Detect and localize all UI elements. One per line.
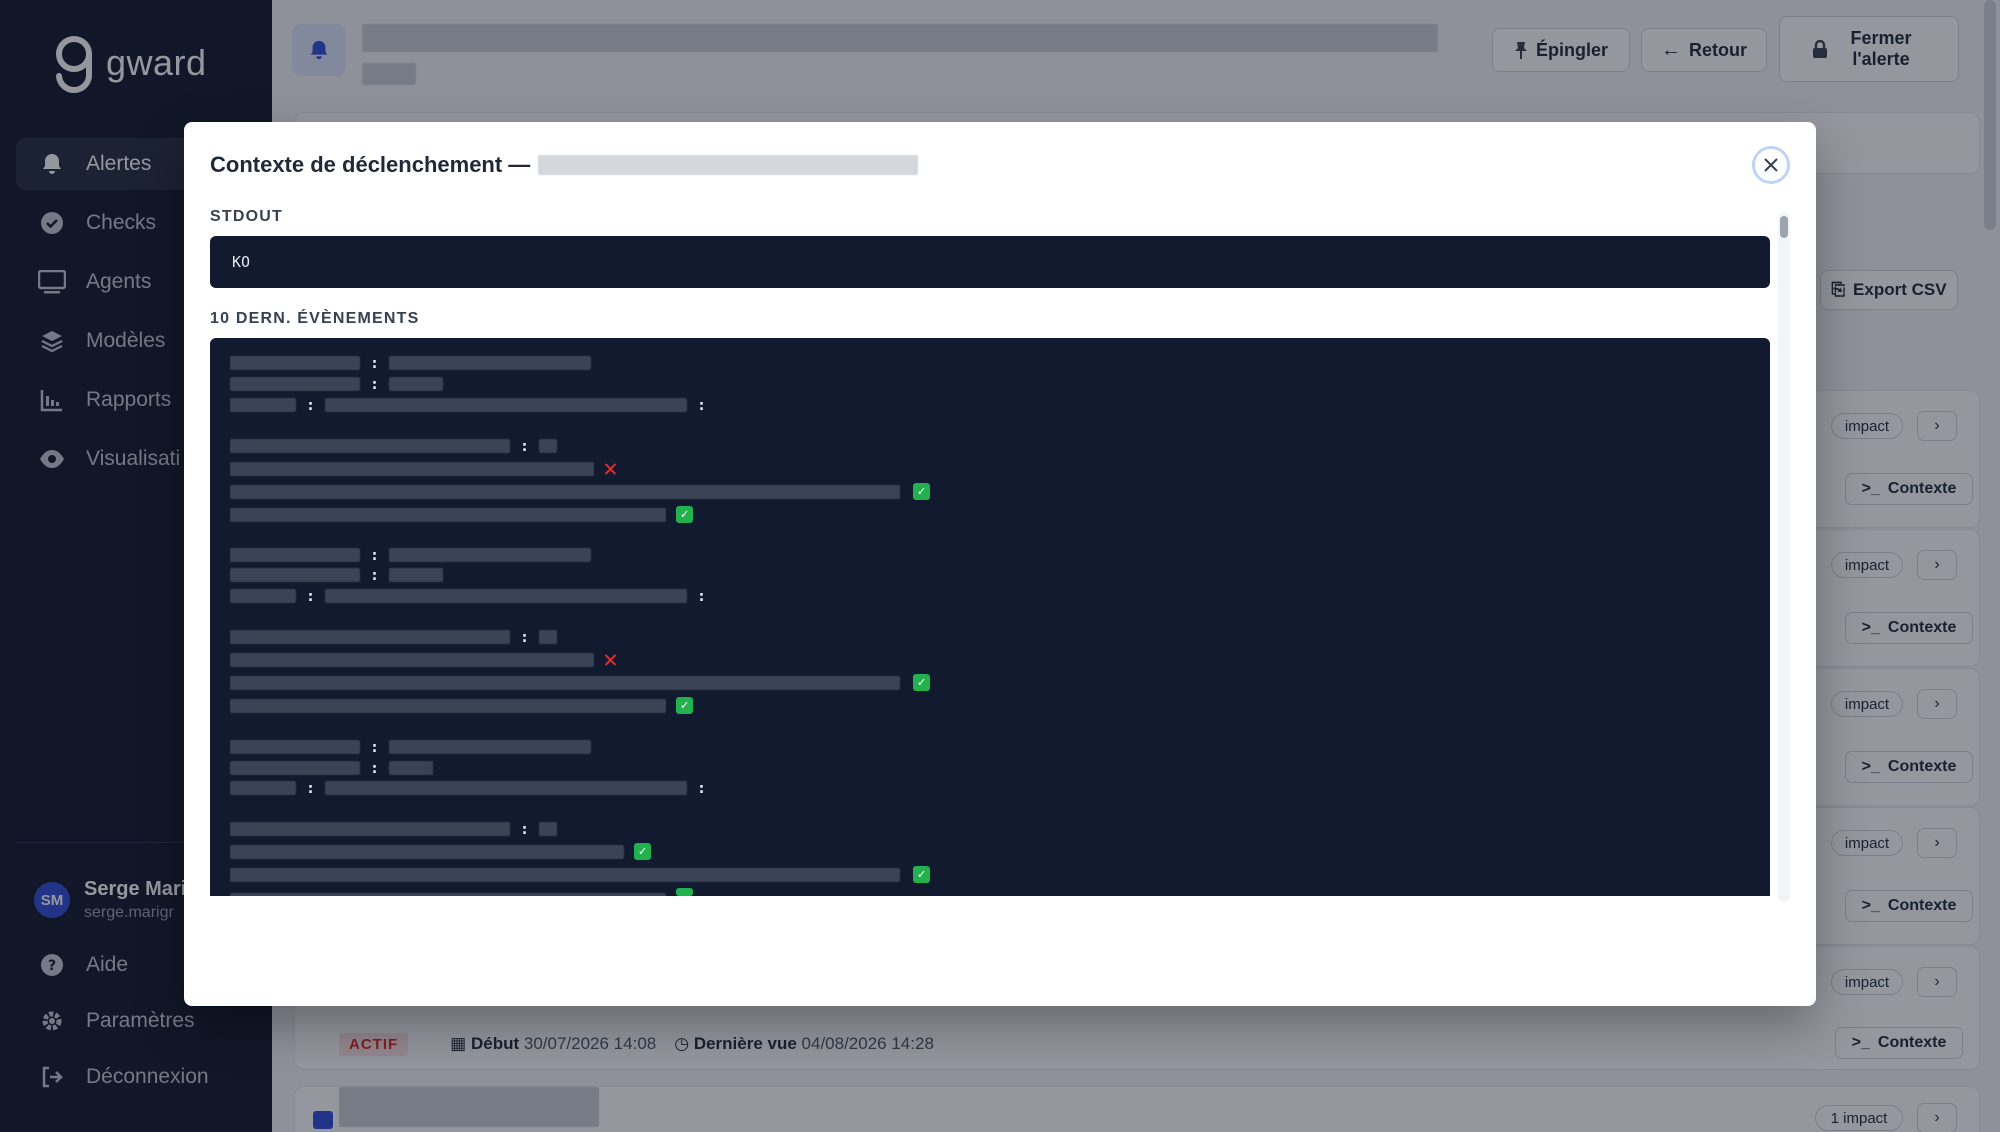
stdout-label: STDOUT xyxy=(210,208,283,225)
fail-icon: ✕ xyxy=(603,645,618,673)
redacted-check-name xyxy=(538,155,919,175)
fail-icon: ✕ xyxy=(603,454,618,482)
ok-icon xyxy=(676,888,693,896)
modal-scrollbar[interactable] xyxy=(1778,212,1790,902)
events-log: : : :: : ✕ ✓ ✓ : : :: : ✕ ✓ ✓ : : :: : ✓… xyxy=(210,338,1770,896)
trigger-context-modal: Contexte de déclenchement — STDOUT KO 10… xyxy=(184,122,1816,1006)
close-icon xyxy=(1764,158,1778,172)
events-label: 10 DERN. ÉVÈNEMENTS xyxy=(210,310,420,327)
close-modal-button[interactable] xyxy=(1752,146,1790,184)
ok-icon: ✓ xyxy=(676,506,693,523)
stdout-output: KO xyxy=(210,236,1770,288)
stdout-value: KO xyxy=(232,253,251,271)
modal-body[interactable]: STDOUT KO 10 DERN. ÉVÈNEMENTS : : :: : ✕… xyxy=(210,204,1770,896)
ok-icon: ✓ xyxy=(913,866,930,883)
scroll-thumb[interactable] xyxy=(1780,216,1788,238)
modal-title: Contexte de déclenchement — xyxy=(210,152,919,178)
ok-icon: ✓ xyxy=(676,697,693,714)
ok-icon: ✓ xyxy=(634,843,651,860)
ok-icon: ✓ xyxy=(913,483,930,500)
ok-icon: ✓ xyxy=(913,674,930,691)
